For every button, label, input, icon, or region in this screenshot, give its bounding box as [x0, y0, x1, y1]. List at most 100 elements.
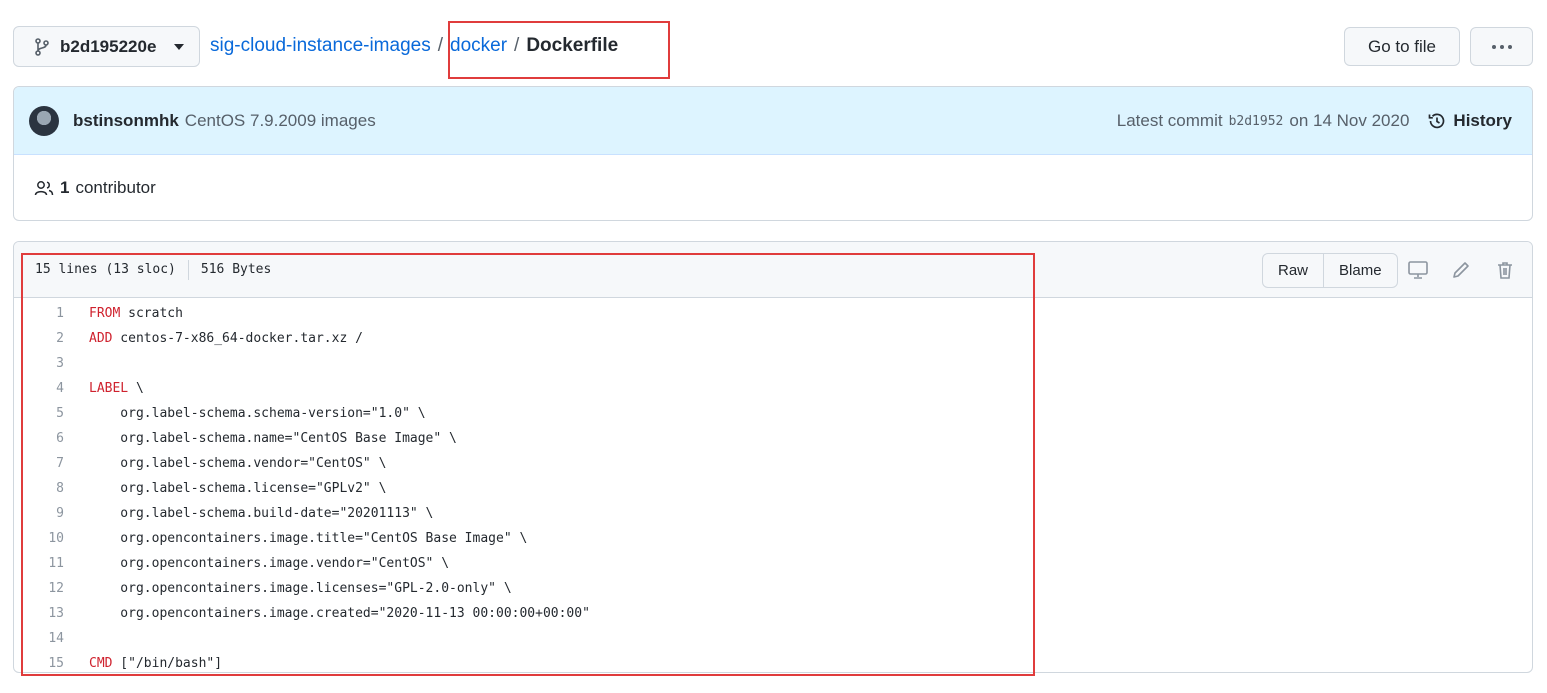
desktop-icon[interactable] [1406, 258, 1430, 282]
latest-commit-label: Latest commit [1116, 111, 1223, 130]
breadcrumb-folder-link[interactable]: docker [450, 35, 507, 57]
code-keyword: ADD [89, 331, 113, 346]
code-content: org.opencontainers.image.licenses="GPL-2… [89, 581, 512, 596]
line-number[interactable]: 11 [14, 556, 64, 571]
code-content: org.label-schema.vendor="CentOS" \ [89, 456, 387, 471]
code-text: org.label-schema.build-date="20201113" \ [89, 506, 433, 521]
code-keyword: CMD [89, 656, 113, 671]
code-content: org.label-schema.license="GPLv2" \ [89, 481, 387, 496]
breadcrumb-separator: / [437, 35, 443, 56]
code-line: 2 ADD centos-7-x86_64-docker.tar.xz / [14, 326, 1532, 351]
kebab-dot-icon [1491, 44, 1496, 49]
line-number[interactable]: 10 [14, 531, 64, 546]
breadcrumb-current-file: Dockerfile [526, 35, 619, 56]
code-text: org.opencontainers.image.created="2020-1… [89, 606, 590, 621]
code-text: org.label-schema.name="CentOS Base Image… [89, 431, 457, 446]
file-actions-group: Raw Blame [1262, 253, 1398, 288]
code-keyword: LABEL [89, 381, 129, 396]
code-text: org.opencontainers.image.title="CentOS B… [89, 531, 527, 546]
line-number[interactable]: 7 [14, 456, 64, 471]
line-number[interactable]: 9 [14, 506, 64, 521]
code-line: 14 [14, 626, 1532, 651]
line-number[interactable]: 15 [14, 656, 64, 671]
code-text: LABEL \ [89, 381, 144, 396]
blame-button[interactable]: Blame [1323, 254, 1397, 287]
line-number[interactable]: 3 [14, 356, 64, 371]
code-text: FROM scratch [89, 306, 183, 321]
code-text: org.opencontainers.image.vendor="CentOS"… [89, 556, 449, 571]
code-line: 1 FROM scratch [14, 301, 1532, 326]
code-line: 10 org.opencontainers.image.title="CentO… [14, 526, 1532, 551]
line-number[interactable]: 6 [14, 431, 64, 446]
code-line: 11 org.opencontainers.image.vendor="Cent… [14, 551, 1532, 576]
kebab-dot-icon [1507, 44, 1512, 49]
people-icon [34, 181, 54, 196]
code-text: org.opencontainers.image.licenses="GPL-2… [89, 581, 512, 596]
code-content: centos-7-x86_64-docker.tar.xz / [112, 331, 363, 346]
breadcrumb-repo-link[interactable]: sig-cloud-instance-images [210, 35, 431, 57]
line-number[interactable]: 1 [14, 306, 64, 321]
code-line: 6 org.label-schema.name="CentOS Base Ima… [14, 426, 1532, 451]
commit-meta: Latest commit b2d1952 on 14 Nov 2020 His… [1117, 87, 1512, 155]
code-content: org.label-schema.build-date="20201113" \ [89, 506, 434, 521]
commit-message-link[interactable]: CentOS 7.9.2009 images [185, 111, 376, 131]
code-text: org.label-schema.license="GPLv2" \ [89, 481, 386, 496]
code-line: 5 org.label-schema.schema-version="1.0" … [14, 401, 1532, 426]
code-content: \ [128, 381, 144, 396]
history-label: History [1453, 111, 1512, 130]
code-line: 15 CMD ["/bin/bash"] [14, 651, 1532, 672]
line-number[interactable]: 13 [14, 606, 64, 621]
code-line: 4 LABEL \ [14, 376, 1532, 401]
history-link[interactable]: History [1427, 111, 1512, 131]
code-keyword: FROM [89, 306, 121, 321]
chevron-down-icon [174, 43, 185, 50]
branch-selector-button[interactable]: b2d195220e [13, 26, 200, 67]
raw-button[interactable]: Raw [1263, 254, 1323, 287]
breadcrumb-separator: / [514, 35, 520, 56]
latest-commit-bar: bstinsonmhk CentOS 7.9.2009 images Lates… [14, 87, 1532, 155]
avatar[interactable] [29, 105, 59, 136]
line-number[interactable]: 2 [14, 331, 64, 346]
code-line: 12 org.opencontainers.image.licenses="GP… [14, 576, 1532, 601]
line-number[interactable]: 8 [14, 481, 64, 496]
line-number[interactable]: 14 [14, 631, 64, 646]
breadcrumb: sig-cloud-instance-images / docker / Doc… [210, 35, 618, 57]
contributors-count: 1 [60, 178, 70, 197]
file-header: 15 lines (13 sloc) 516 Bytes Raw Blame [14, 242, 1532, 298]
commit-sha-link[interactable]: b2d1952 [1229, 114, 1284, 129]
go-to-file-button[interactable]: Go to file [1344, 27, 1460, 66]
history-icon [1429, 113, 1445, 129]
code-content: ["/bin/bash"] [112, 656, 223, 671]
code-content: org.opencontainers.image.title="CentOS B… [89, 531, 528, 546]
code-line: 8 org.label-schema.license="GPLv2" \ [14, 476, 1532, 501]
code-content: org.opencontainers.image.created="2020-1… [89, 606, 590, 621]
file-size: 516 Bytes [200, 262, 272, 277]
contributors-row[interactable]: 1 contributor [14, 155, 1532, 220]
code-text: org.label-schema.schema-version="1.0" \ [89, 406, 425, 421]
file-lines-info: 15 lines (13 sloc) [35, 262, 176, 277]
code-line: 7 org.label-schema.vendor="CentOS" \ [14, 451, 1532, 476]
commit-author-link[interactable]: bstinsonmhk [73, 111, 179, 131]
line-number[interactable]: 5 [14, 406, 64, 421]
more-options-button[interactable] [1470, 27, 1533, 66]
line-number[interactable]: 12 [14, 581, 64, 596]
file-viewer: 15 lines (13 sloc) 516 Bytes Raw Blame 1… [13, 241, 1533, 673]
branch-name: b2d195220e [60, 36, 157, 56]
code-content: scratch [120, 306, 183, 321]
commit-date: on 14 Nov 2020 [1289, 111, 1410, 130]
code-line: 9 org.label-schema.build-date="20201113"… [14, 501, 1532, 526]
code-text: ADD centos-7-x86_64-docker.tar.xz / [89, 331, 363, 346]
trash-icon[interactable] [1493, 258, 1517, 282]
contributors-label: contributor [75, 178, 156, 197]
git-branch-icon [35, 37, 49, 56]
code-line: 13 org.opencontainers.image.created="202… [14, 601, 1532, 626]
line-number[interactable]: 4 [14, 381, 64, 396]
code-content: org.opencontainers.image.vendor="CentOS"… [89, 556, 450, 571]
pencil-icon[interactable] [1449, 258, 1473, 282]
code-line: 3 [14, 351, 1532, 376]
divider [187, 259, 189, 280]
code-content: org.label-schema.name="CentOS Base Image… [89, 431, 457, 446]
code-view: 1 FROM scratch 2 ADD centos-7-x86_64-docker… [14, 298, 1532, 672]
code-text: CMD ["/bin/bash"] [89, 656, 222, 671]
commit-info-box: bstinsonmhk CentOS 7.9.2009 images Lates… [13, 86, 1533, 221]
